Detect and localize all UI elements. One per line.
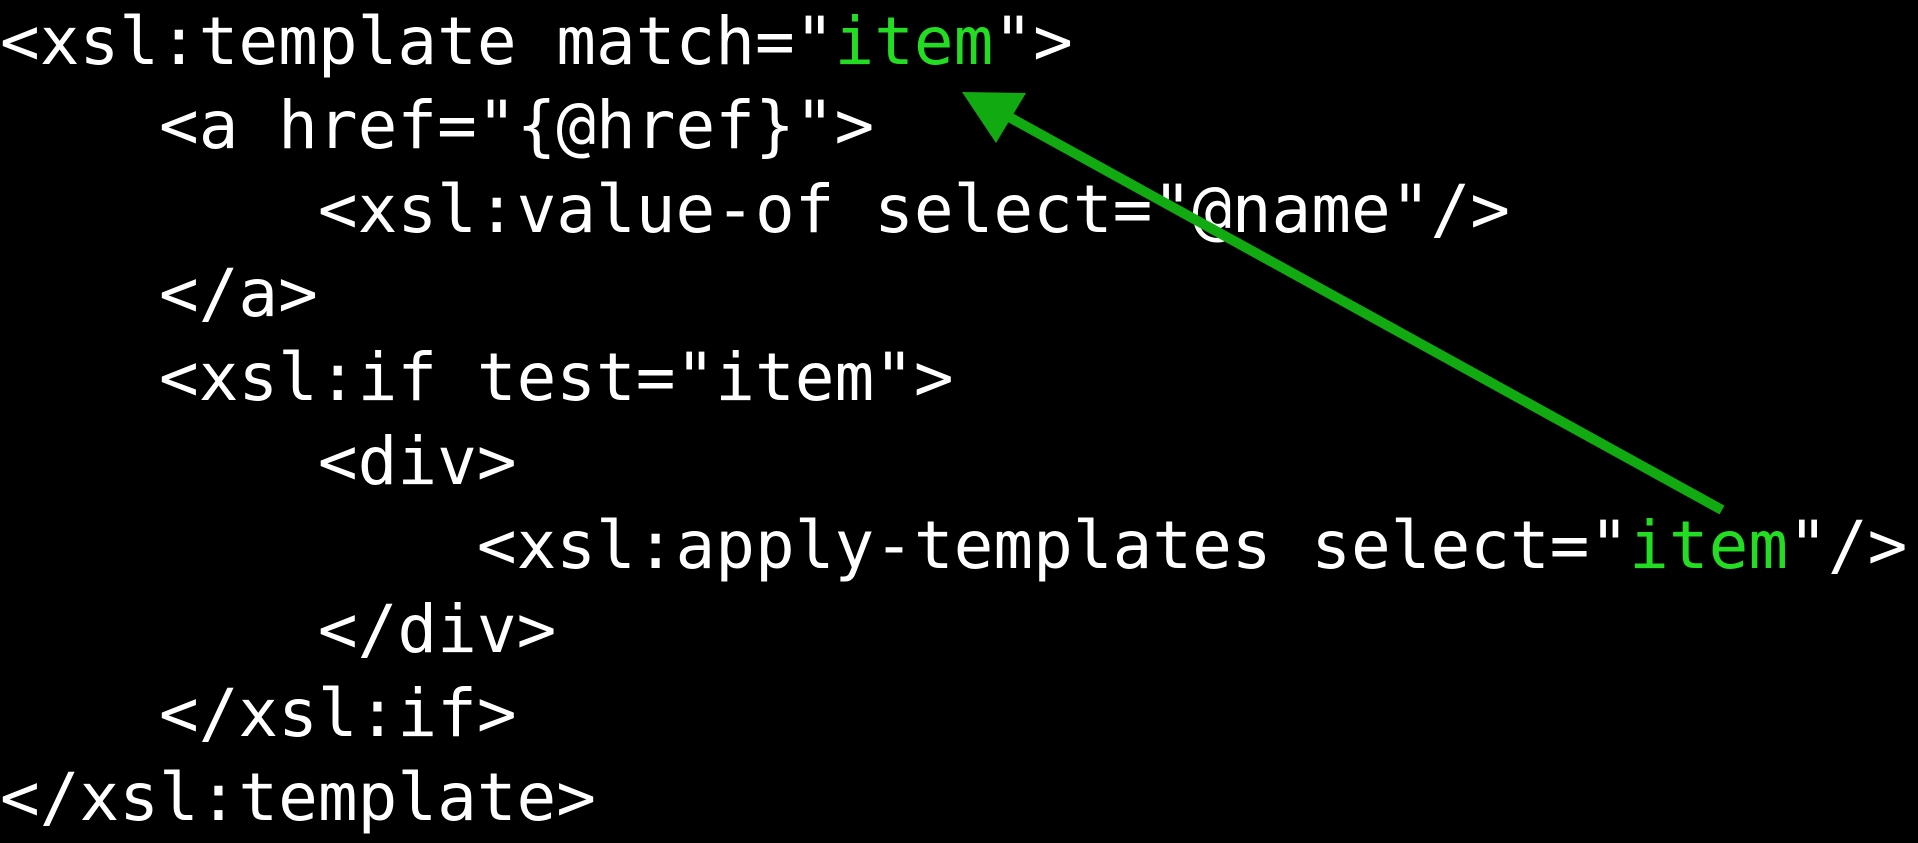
code-line: <div> — [0, 420, 517, 504]
code-token: <xsl:apply-templates select=" — [476, 507, 1630, 584]
code-token: </xsl:if> — [158, 675, 517, 752]
code-diagram: <xsl:template match="item"> <a href="{@h… — [0, 0, 1918, 843]
code-line: <xsl:template match="item"> — [0, 0, 1073, 84]
highlighted-item-token: item — [1629, 507, 1789, 584]
code-token: <xsl:template match=" — [0, 3, 835, 80]
code-token: "> — [993, 3, 1073, 80]
highlighted-item-token: item — [834, 3, 994, 80]
code-token: </xsl:template> — [0, 759, 597, 836]
code-token: <xsl:value-of select="@name"/> — [317, 171, 1510, 248]
code-line: <xsl:apply-templates select="item"/> — [0, 504, 1908, 588]
code-token: <a href="{@href}"> — [158, 87, 875, 164]
code-line: </xsl:if> — [0, 672, 517, 756]
code-line: </xsl:template> — [0, 756, 596, 840]
code-line: </a> — [0, 252, 318, 336]
code-token: <xsl:if test="item"> — [158, 339, 954, 416]
code-line: <xsl:value-of select="@name"/> — [0, 168, 1510, 252]
code-token: "/> — [1788, 507, 1908, 584]
code-token: </a> — [158, 255, 318, 332]
code-line: <xsl:if test="item"> — [0, 336, 954, 420]
code-line: </div> — [0, 588, 556, 672]
arrow-head-icon — [962, 92, 1026, 143]
code-token: </div> — [317, 591, 557, 668]
code-token: <div> — [317, 423, 517, 500]
code-line: <a href="{@href}"> — [0, 84, 874, 168]
